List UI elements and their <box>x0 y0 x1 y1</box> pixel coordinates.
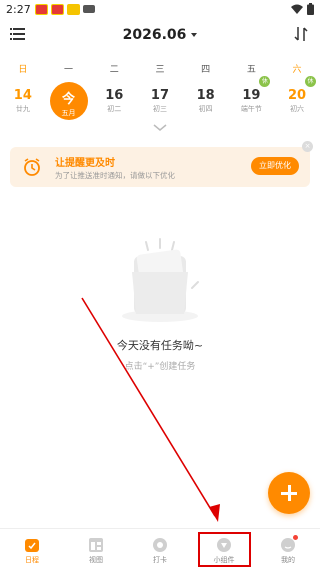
header: 2026.06 <box>0 22 320 50</box>
date-cell-today[interactable]: 今 五月 <box>49 82 89 126</box>
weekday-row: 日 一 二 三 四 五 六 <box>0 62 320 75</box>
weekday-label: 三 <box>155 65 165 75</box>
nav-item-check-in[interactable]: 打卡 <box>128 529 192 568</box>
sort-icon[interactable] <box>294 26 308 46</box>
date-number: 20 <box>288 88 307 103</box>
lunar-date: 五月 <box>61 109 76 117</box>
lunar-date: 初四 <box>198 105 213 113</box>
app-notification-icon <box>50 3 64 15</box>
empty-state-title: 今天没有任务呦~ <box>116 339 204 352</box>
nav-item-view[interactable]: 视图 <box>64 529 128 568</box>
close-icon[interactable]: × <box>302 141 313 152</box>
date-cell[interactable]: 17 初三 <box>140 82 180 126</box>
annotation-highlight-box <box>198 532 251 567</box>
add-task-button[interactable] <box>268 472 310 514</box>
date-number: 18 <box>196 88 215 103</box>
lunar-date: 初三 <box>152 105 167 113</box>
wifi-icon <box>291 4 303 14</box>
nav-label: 视图 <box>89 556 103 564</box>
date-cell[interactable]: 休 19 端午节 <box>231 76 271 126</box>
nav-item-schedule[interactable]: 日程 <box>0 529 64 568</box>
date-number: 16 <box>105 88 124 103</box>
month-label: 2026.06 <box>122 27 187 43</box>
status-bar: 2:27 <box>0 0 320 18</box>
holiday-badge: 休 <box>259 76 271 87</box>
empty-state-hint: 点击“+”创建任务 <box>124 362 196 372</box>
optimize-button[interactable]: 立即优化 <box>251 157 299 175</box>
lunar-date: 初二 <box>107 105 122 113</box>
date-number: 17 <box>150 88 169 103</box>
media-icon <box>82 5 95 13</box>
week-dates: 14 廿九 今 五月 16 初二 17 初三 18 初四 休 19 端午节 休 … <box>0 76 320 126</box>
month-selector[interactable]: 2026.06 <box>0 27 320 43</box>
lunar-date: 端午节 <box>240 105 262 113</box>
date-number: 14 <box>13 88 32 103</box>
weekday-label: 日 <box>18 65 28 75</box>
status-time: 2:27 <box>6 2 31 16</box>
nav-label: 我的 <box>281 556 295 564</box>
lunar-date: 初六 <box>290 105 305 113</box>
date-cell[interactable]: 16 初二 <box>94 82 134 126</box>
nav-label: 打卡 <box>153 556 167 564</box>
nav-label: 日程 <box>25 556 39 564</box>
empty-folder-illustration <box>122 238 199 322</box>
battery-icon <box>307 3 314 15</box>
alarm-clock-icon <box>24 158 40 176</box>
weekday-label: 五 <box>246 65 256 75</box>
lunar-date: 廿九 <box>15 105 30 113</box>
reminder-banner: 让提醒更及时 为了让推送准时通知，请做以下优化 立即优化 × <box>10 141 313 187</box>
app-notification-icon <box>34 3 48 15</box>
notification-dot <box>293 535 298 540</box>
nav-item-profile[interactable]: 我的 <box>256 529 320 568</box>
holiday-badge: 休 <box>305 76 317 87</box>
weekday-label: 一 <box>64 65 74 75</box>
weekday-label: 二 <box>109 65 119 75</box>
app-notification-icon <box>66 3 80 15</box>
bottom-nav: 日程 视图 打卡 小组件 我的 <box>0 528 320 568</box>
date-number: 今 <box>62 92 76 107</box>
chevron-down-icon[interactable] <box>153 124 167 132</box>
weekday-label: 四 <box>201 65 211 75</box>
date-cell[interactable]: 18 初四 <box>186 82 226 126</box>
date-number: 19 <box>242 88 261 103</box>
reminder-title: 让提醒更及时 <box>55 158 115 169</box>
weekday-label: 六 <box>292 65 302 75</box>
date-cell[interactable]: 14 廿九 <box>3 82 43 126</box>
calendar-icon <box>25 539 39 552</box>
date-cell[interactable]: 休 20 初六 <box>277 76 317 126</box>
check-in-icon <box>153 538 167 552</box>
view-grid-icon <box>89 538 103 552</box>
reminder-description: 为了让推送准时通知，请做以下优化 <box>55 171 175 180</box>
caret-down-icon <box>191 33 198 37</box>
